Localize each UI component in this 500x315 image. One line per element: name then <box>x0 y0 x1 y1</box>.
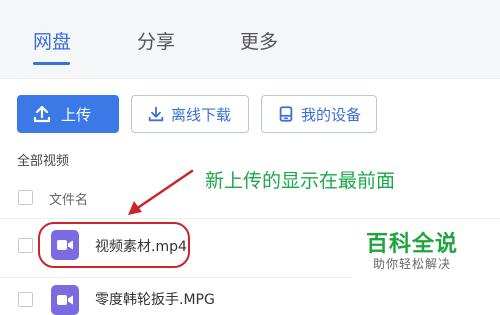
tab-share[interactable]: 分享 <box>137 27 175 54</box>
device-icon <box>275 103 297 125</box>
upload-button[interactable]: 上传 <box>17 95 119 133</box>
watermark-subtitle: 助你轻松解决 <box>373 257 452 271</box>
watermark-title: 百科全说 <box>366 232 459 257</box>
tab-netdisk[interactable]: 网盘 <box>33 27 71 54</box>
upload-label: 上传 <box>61 105 92 124</box>
header-row-divider <box>0 218 500 219</box>
offline-download-button[interactable]: 离线下载 <box>131 95 249 133</box>
download-icon <box>145 103 167 125</box>
video-file-icon <box>51 285 79 315</box>
file-name[interactable]: 零度韩轮扳手.MPG <box>95 289 215 309</box>
file-row-checkbox[interactable] <box>18 238 33 253</box>
my-devices-label: 我的设备 <box>301 105 362 124</box>
tab-more[interactable]: 更多 <box>240 27 278 54</box>
watermark: 百科全说 助你轻松解决 <box>352 220 500 278</box>
offline-download-label: 离线下载 <box>171 105 232 124</box>
annotation-text: 新上传的显示在最前面 <box>205 170 396 192</box>
top-nav: 网盘 分享 更多 <box>0 0 500 78</box>
select-all-checkbox[interactable] <box>18 190 33 205</box>
active-tab-indicator <box>33 62 70 65</box>
header-divider <box>0 78 500 79</box>
section-title: 全部视频 <box>17 154 70 169</box>
annotation-arrow <box>128 169 194 215</box>
upload-icon <box>31 103 53 125</box>
column-header-filename[interactable]: 文件名 <box>49 189 88 208</box>
my-devices-button[interactable]: 我的设备 <box>261 95 377 133</box>
highlight-circle <box>38 222 190 268</box>
